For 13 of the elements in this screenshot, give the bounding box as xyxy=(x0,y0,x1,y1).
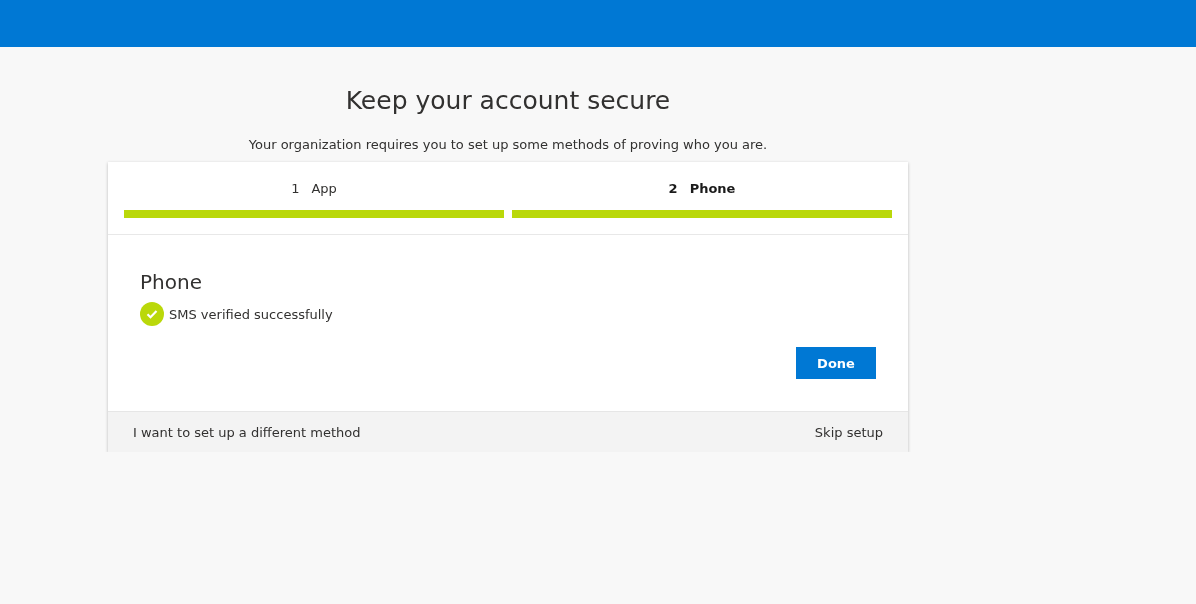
page-subtitle: Your organization requires you to set up some methods of proving who you are. xyxy=(247,137,769,153)
different-method-link[interactable]: I want to set up a different method xyxy=(133,424,361,440)
status-text: SMS verified successfully xyxy=(169,306,333,322)
done-button[interactable]: Done xyxy=(796,347,876,379)
step-label: Phone xyxy=(689,180,736,196)
step-number: 1 xyxy=(291,180,300,196)
step-tab[interactable]: 2 Phone xyxy=(668,175,736,201)
page-title: Keep your account secure xyxy=(344,85,672,117)
step-label: App xyxy=(311,180,337,196)
section-title: Phone xyxy=(140,269,203,295)
skip-setup-link[interactable]: Skip setup xyxy=(814,424,883,440)
step-number: 2 xyxy=(668,180,678,196)
step-tab[interactable]: 1 App xyxy=(291,175,337,201)
